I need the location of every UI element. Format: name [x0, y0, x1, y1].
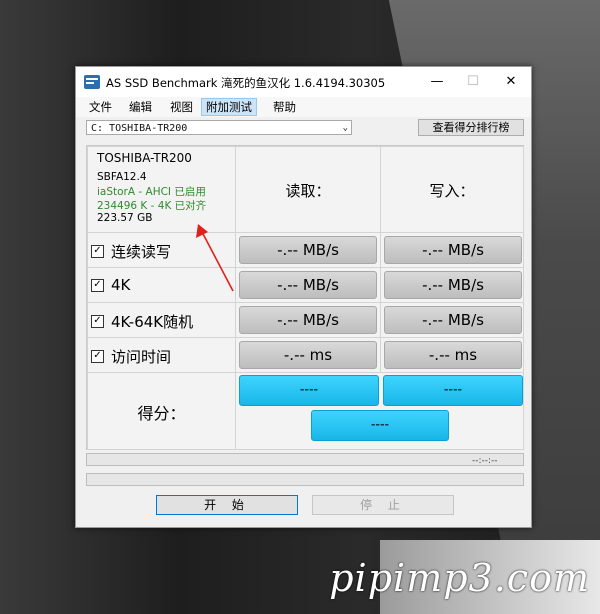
- annotation-arrow: [196, 224, 234, 292]
- watermark: pipimp3.com: [329, 556, 590, 600]
